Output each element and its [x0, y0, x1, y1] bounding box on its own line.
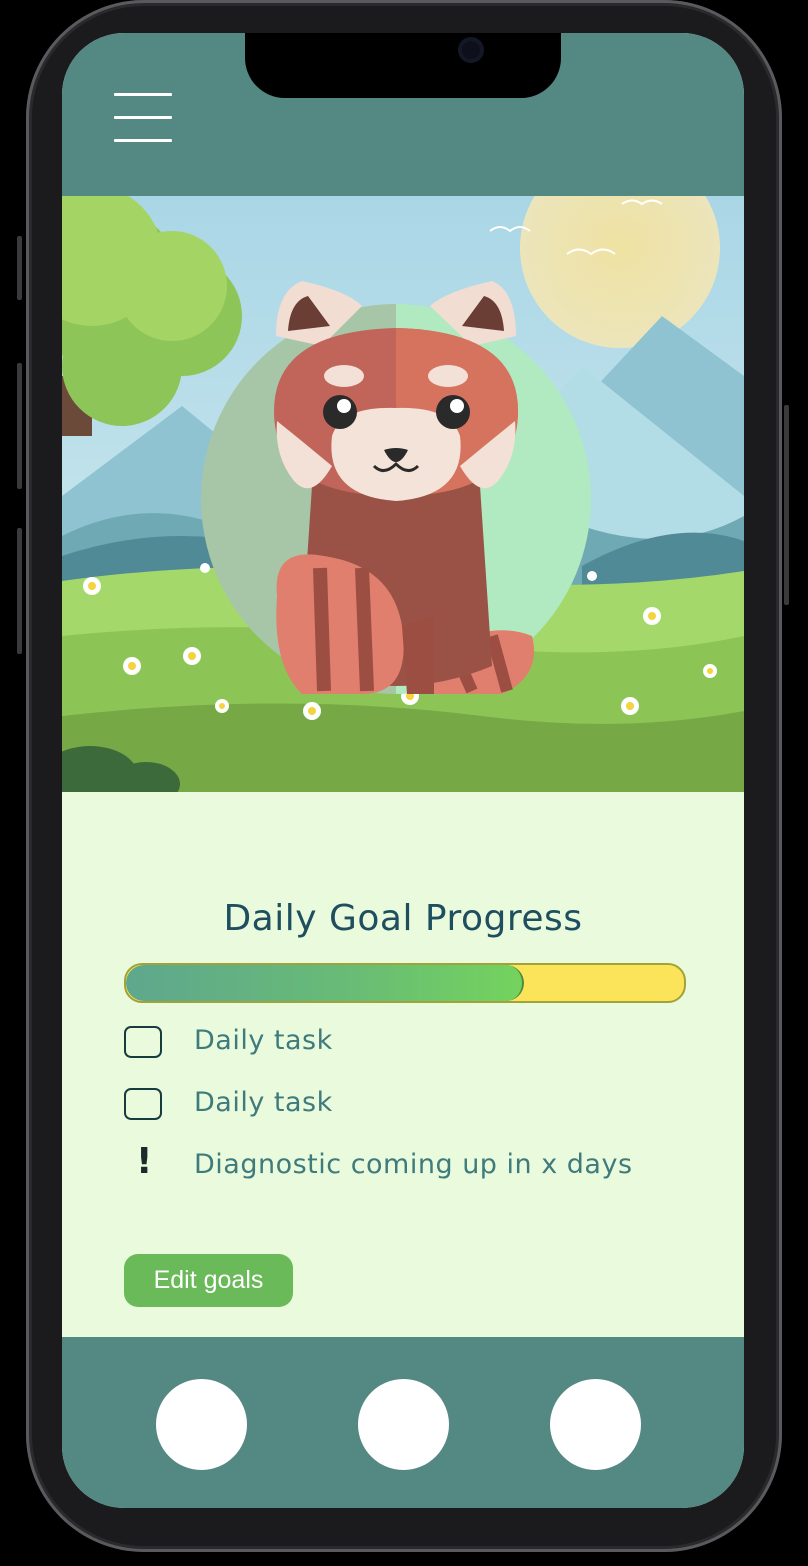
nav-button-2[interactable]: [358, 1379, 449, 1470]
phone-side-button-volume-up: [17, 363, 22, 489]
task-label-2: Daily task: [194, 1087, 333, 1118]
bottom-nav-bar: [62, 1337, 744, 1508]
notice-row: ! Diagnostic coming up in x days: [124, 1142, 724, 1188]
task-checkbox-2[interactable]: [124, 1088, 162, 1120]
front-camera-icon: [458, 37, 484, 63]
phone-side-button-power: [784, 405, 789, 605]
hamburger-menu-icon[interactable]: [114, 93, 174, 145]
daily-goal-progress-fill: [126, 965, 525, 1001]
exclamation-icon: !: [136, 1141, 153, 1182]
nav-button-1[interactable]: [156, 1379, 247, 1470]
task-checkbox-1[interactable]: [124, 1026, 162, 1058]
task-row-1: Daily task: [124, 1024, 724, 1064]
app-screen: Daily Goal Progress Daily task Daily tas…: [62, 33, 744, 1508]
daily-goal-title: Daily Goal Progress: [223, 898, 583, 939]
task-label-1: Daily task: [194, 1025, 333, 1056]
phone-notch: [245, 33, 561, 98]
phone-side-button-mute: [17, 236, 22, 300]
nav-button-3[interactable]: [550, 1379, 641, 1470]
diagnostic-notice-label: Diagnostic coming up in x days: [194, 1149, 633, 1180]
daily-goal-progress-bar: [124, 963, 686, 1003]
phone-side-button-volume-down: [17, 528, 22, 654]
goals-panel: Daily Goal Progress Daily task Daily tas…: [62, 792, 744, 1337]
edit-goals-button[interactable]: Edit goals: [124, 1254, 293, 1307]
task-row-2: Daily task: [124, 1086, 724, 1126]
hero-illustration: [62, 148, 744, 806]
red-panda-meadow-illustration: [62, 148, 744, 806]
